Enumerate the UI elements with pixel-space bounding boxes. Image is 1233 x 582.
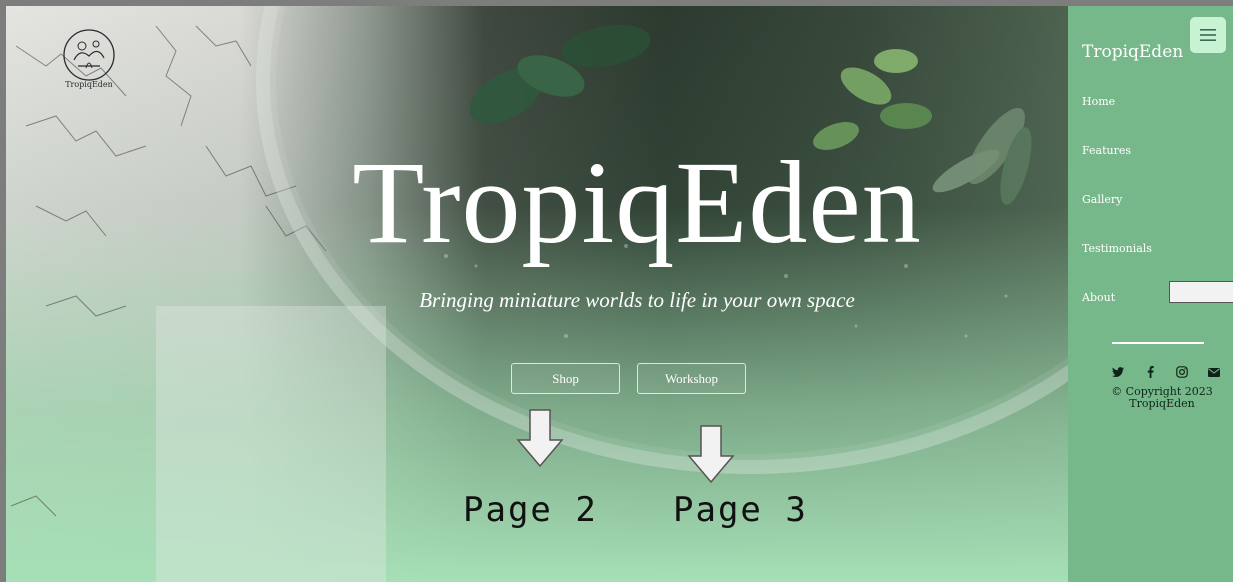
- logo-text: TropiqEden: [65, 80, 113, 89]
- logo-emblem-icon: [63, 29, 115, 81]
- logo[interactable]: TropiqEden: [54, 28, 124, 98]
- sidebar-divider: [1112, 342, 1204, 344]
- arrow-down-icon: [516, 409, 564, 468]
- copyright-text: © Copyright 2023 TropiqEden: [1102, 386, 1222, 410]
- nav-item-home[interactable]: Home: [1082, 95, 1115, 108]
- workshop-button[interactable]: Workshop: [637, 363, 746, 394]
- instagram-icon[interactable]: [1175, 365, 1189, 379]
- facebook-icon[interactable]: [1143, 365, 1157, 379]
- menu-toggle-button[interactable]: [1190, 17, 1226, 53]
- page-frame: TropiqEden TropiqEden Bringing miniature…: [0, 0, 1233, 582]
- page-3-annotation: Page 3: [673, 490, 808, 530]
- hero-section: TropiqEden TropiqEden Bringing miniature…: [6, 6, 1068, 582]
- page-2-annotation: Page 2: [463, 490, 598, 530]
- hamburger-icon: [1200, 29, 1216, 41]
- sidebar: TropiqEden Home Features Gallery Testimo…: [1068, 6, 1233, 582]
- about-input-field[interactable]: [1169, 281, 1233, 303]
- email-icon[interactable]: [1207, 365, 1221, 379]
- nav-item-features[interactable]: Features: [1082, 144, 1131, 157]
- arrow-down-icon: [687, 425, 735, 484]
- copyright-brand: TropiqEden: [1129, 397, 1195, 410]
- nav-item-about[interactable]: About: [1082, 291, 1115, 304]
- nav-item-gallery[interactable]: Gallery: [1082, 193, 1122, 206]
- hero-subtitle: Bringing miniature worlds to life in you…: [419, 288, 855, 312]
- hero-title: TropiqEden: [352, 137, 922, 268]
- twitter-icon[interactable]: [1111, 365, 1125, 379]
- nav-item-testimonials[interactable]: Testimonials: [1082, 242, 1152, 255]
- social-links: [1111, 365, 1221, 379]
- sidebar-brand[interactable]: TropiqEden: [1082, 42, 1183, 62]
- shop-button[interactable]: Shop: [511, 363, 620, 394]
